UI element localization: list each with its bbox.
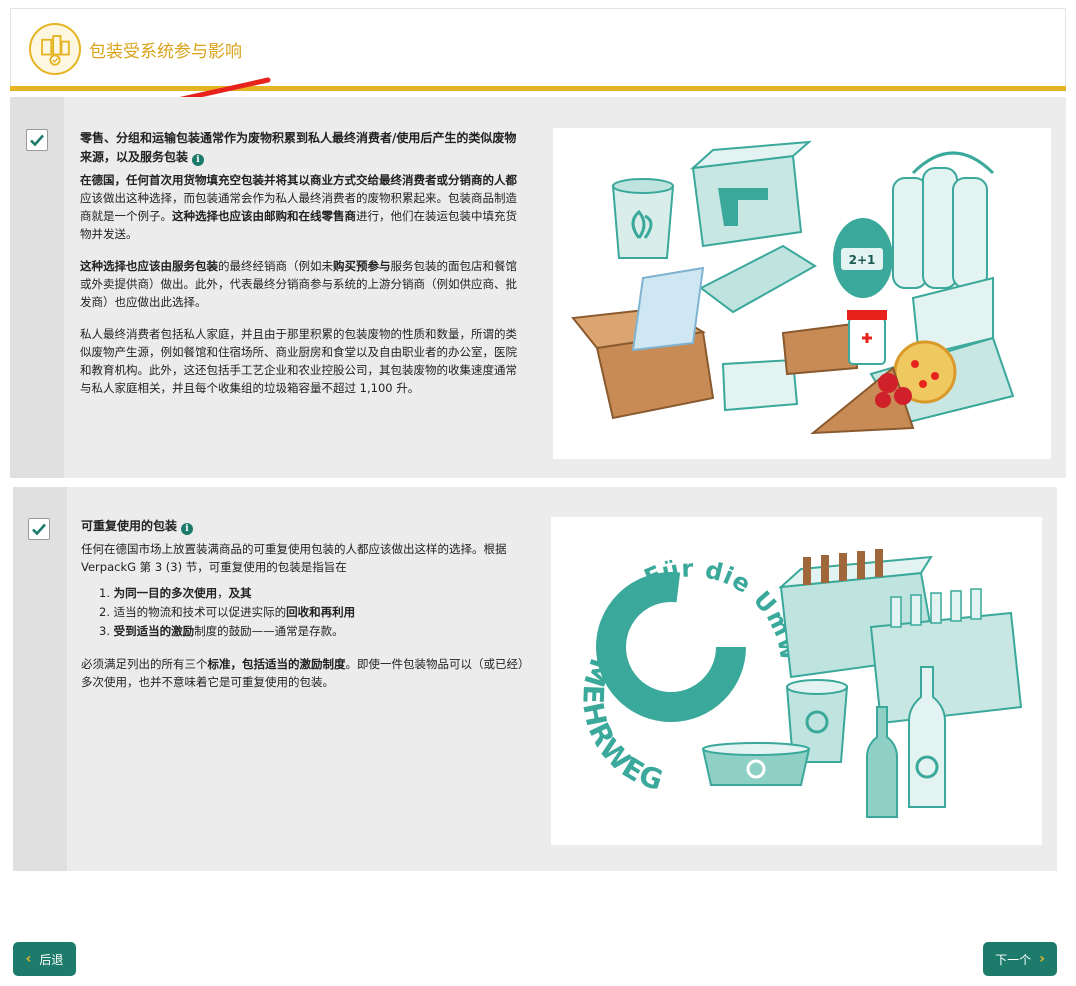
sales-packaging-checkbox[interactable] <box>26 129 48 151</box>
reusable-packaging-illustration: Für die Umwelt MEHRWEG <box>542 495 1042 845</box>
list-item: 2. 适当的物流和技术可以促进实际的回收和再利用 <box>99 605 356 619</box>
sales-packaging-heading: 零售、分组和运输包装通常作为废物积累到私人最终消费者/使用后产生的类似废物来源，… <box>80 131 517 164</box>
checkmark-icon <box>32 523 46 536</box>
card-gutter <box>13 487 67 871</box>
sales-packaging-illustration: 2+1 <box>553 128 1051 459</box>
info-icon[interactable]: i <box>192 154 205 166</box>
pack-badge-label: 2+1 <box>849 253 876 267</box>
sales-packaging-text: 零售、分组和运输包装通常作为废物积累到私人最终消费者/使用后产生的类似废物来源，… <box>80 129 526 411</box>
reusable-packaging-checkbox[interactable] <box>28 518 50 540</box>
paragraph: 任何在德国市场上放置装满商品的可重复使用包装的人都应该做出这样的选择。根据 Ve… <box>81 542 507 574</box>
reusable-packaging-heading: 可重复使用的包装 <box>81 519 178 533</box>
card-gutter <box>10 97 64 478</box>
packaging-logo-icon <box>29 23 81 75</box>
reusable-packaging-text: 可重复使用的包装 i 任何在德国市场上放置装满商品的可重复使用包装的人都应该做出这… <box>81 517 529 691</box>
back-button[interactable]: ‹ 后退 <box>13 942 76 976</box>
checkmark-icon <box>30 134 44 147</box>
option-card-reusable-packaging: 可重复使用的包装 i 任何在德国市场上放置装满商品的可重复使用包装的人都应该做出这… <box>13 487 1057 871</box>
option-card-sales-packaging: 零售、分组和运输包装通常作为废物积累到私人最终消费者/使用后产生的类似废物来源，… <box>10 97 1066 478</box>
info-icon[interactable]: i <box>181 523 194 535</box>
page-title: 包装受系统参与影响 <box>89 42 242 62</box>
list-item: 3. 受到适当的激励制度的鼓励——通常是存款。 <box>99 624 344 638</box>
paragraph: 在德国，任何首次用货物填充空包装并将其以商业方式交给最终消费者或分销商的人都应该… <box>80 173 517 241</box>
paragraph: 私人最终消费者包括私人家庭，并且由于那里积累的包装废物的性质和数量，所谓的类似废… <box>80 327 517 395</box>
list-item: 1. 为同一目的多次使用，及其 <box>99 586 252 600</box>
paragraph: 必须满足列出的所有三个标准，包括适当的激励制度。即使一件包装物品可以（或已经）多… <box>81 657 524 689</box>
criteria-list: 1. 为同一目的多次使用，及其 2. 适当的物流和技术可以促进实际的回收和再利用… <box>99 584 529 641</box>
paragraph: 这种选择也应该由服务包装的最终经销商（例如未购买预参与服务包装的面包店和餐馆或外… <box>80 259 517 309</box>
next-button[interactable]: 下一个 › <box>983 942 1057 976</box>
chevron-left-icon: ‹ <box>25 951 32 967</box>
chevron-right-icon: › <box>1039 951 1045 967</box>
